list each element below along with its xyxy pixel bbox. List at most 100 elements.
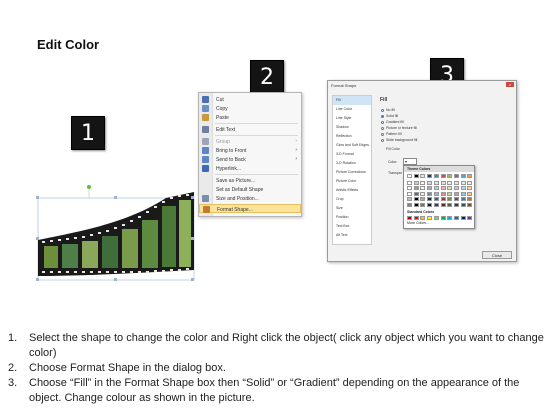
color-swatch[interactable] xyxy=(447,197,453,202)
standard-color-swatch[interactable] xyxy=(440,216,446,220)
nav-item-line-color[interactable]: Line Color xyxy=(333,105,371,114)
color-swatch[interactable] xyxy=(440,203,446,207)
color-swatch[interactable] xyxy=(460,180,466,185)
nav-item-picture-corrections[interactable]: Picture Corrections xyxy=(333,168,371,177)
close-icon[interactable]: × xyxy=(506,82,514,87)
color-swatch[interactable] xyxy=(427,203,433,207)
standard-color-swatch[interactable] xyxy=(460,216,466,220)
standard-color-swatch[interactable] xyxy=(433,216,439,220)
menu-item-send-to-back[interactable]: Send to Back › xyxy=(199,155,301,164)
color-swatch[interactable] xyxy=(427,197,433,202)
color-swatch[interactable] xyxy=(433,174,439,178)
color-swatch[interactable] xyxy=(413,191,419,196)
film-strip-shape[interactable] xyxy=(36,184,196,284)
color-swatch[interactable] xyxy=(453,174,459,178)
color-swatch[interactable] xyxy=(433,180,439,185)
standard-color-swatch[interactable] xyxy=(453,216,459,220)
color-swatch[interactable] xyxy=(447,174,453,178)
color-swatch[interactable] xyxy=(460,197,466,202)
menu-item-paste[interactable]: Paste xyxy=(199,113,301,122)
standard-color-swatch[interactable] xyxy=(467,216,473,220)
nav-item-alt-text[interactable]: Alt Text xyxy=(333,231,371,240)
menu-item-bring-to-front[interactable]: Bring to Front › xyxy=(199,146,301,155)
nav-item-text-box[interactable]: Text Box xyxy=(333,222,371,231)
color-swatch[interactable] xyxy=(407,186,412,191)
nav-item-size[interactable]: Size xyxy=(333,204,371,213)
menu-item-group[interactable]: Group › xyxy=(199,137,301,146)
menu-item-set-default-shape[interactable]: Set as Default Shape xyxy=(199,185,301,194)
color-dropdown-button[interactable]: ▾ xyxy=(403,158,417,165)
color-swatch[interactable] xyxy=(420,180,426,185)
nav-item-shadow[interactable]: Shadow xyxy=(333,123,371,132)
color-swatch[interactable] xyxy=(433,191,439,196)
menu-item-format-shape[interactable]: Format Shape... xyxy=(199,204,301,213)
color-swatch[interactable] xyxy=(413,197,419,202)
color-swatch[interactable] xyxy=(460,186,466,191)
standard-color-swatch[interactable] xyxy=(413,216,419,220)
color-swatch[interactable] xyxy=(467,197,473,202)
color-swatch[interactable] xyxy=(440,180,446,185)
color-swatch[interactable] xyxy=(460,203,466,207)
color-swatch[interactable] xyxy=(467,174,473,178)
color-swatch[interactable] xyxy=(467,180,473,185)
menu-item-edit-text[interactable]: Edit Text xyxy=(199,125,301,134)
menu-item-cut[interactable]: Cut xyxy=(199,95,301,104)
color-swatch[interactable] xyxy=(447,203,453,207)
radio-slide-bg-fill[interactable]: Slide background fill xyxy=(381,138,417,144)
menu-item-save-as-picture[interactable]: Save as Picture... xyxy=(199,176,301,185)
color-swatch[interactable] xyxy=(407,180,412,185)
color-swatch[interactable] xyxy=(440,197,446,202)
color-swatch[interactable] xyxy=(407,174,412,178)
color-swatch[interactable] xyxy=(420,197,426,202)
standard-color-swatch[interactable] xyxy=(420,216,426,220)
standard-color-swatch[interactable] xyxy=(407,216,412,220)
nav-item-3d-rotation[interactable]: 3-D Rotation xyxy=(333,159,371,168)
standard-color-swatch[interactable] xyxy=(427,216,433,220)
color-swatch[interactable] xyxy=(440,174,446,178)
color-swatch[interactable] xyxy=(413,186,419,191)
color-swatch[interactable] xyxy=(427,174,433,178)
nav-item-reflection[interactable]: Reflection xyxy=(333,132,371,141)
color-swatch[interactable] xyxy=(467,186,473,191)
color-swatch[interactable] xyxy=(467,203,473,207)
color-swatch[interactable] xyxy=(427,180,433,185)
color-swatch[interactable] xyxy=(447,180,453,185)
color-swatch[interactable] xyxy=(440,191,446,196)
menu-item-size-and-position[interactable]: Size and Position... xyxy=(199,194,301,203)
color-swatch[interactable] xyxy=(420,186,426,191)
color-swatch[interactable] xyxy=(460,174,466,178)
color-swatch[interactable] xyxy=(440,186,446,191)
nav-item-artistic-effects[interactable]: Artistic Effects xyxy=(333,186,371,195)
nav-item-3d-format[interactable]: 3-D Format xyxy=(333,150,371,159)
more-colors-link[interactable]: More Colors... xyxy=(407,221,429,225)
menu-item-hyperlink[interactable]: Hyperlink... xyxy=(199,164,301,173)
nav-item-line-style[interactable]: Line Style xyxy=(333,114,371,123)
color-swatch[interactable] xyxy=(453,180,459,185)
color-swatch[interactable] xyxy=(427,186,433,191)
color-swatch[interactable] xyxy=(447,186,453,191)
color-swatch[interactable] xyxy=(427,191,433,196)
color-swatch[interactable] xyxy=(407,203,412,207)
color-swatch[interactable] xyxy=(420,203,426,207)
nav-item-glow[interactable]: Glow and Soft Edges xyxy=(333,141,371,150)
nav-item-position[interactable]: Position xyxy=(333,213,371,222)
color-swatch[interactable] xyxy=(433,197,439,202)
color-swatch[interactable] xyxy=(420,174,426,178)
color-swatch[interactable] xyxy=(413,174,419,178)
standard-color-swatch[interactable] xyxy=(447,216,453,220)
color-swatch[interactable] xyxy=(420,191,426,196)
color-swatch[interactable] xyxy=(407,197,412,202)
color-swatch[interactable] xyxy=(407,191,412,196)
color-swatch[interactable] xyxy=(460,191,466,196)
color-swatch[interactable] xyxy=(413,203,419,207)
nav-item-crop[interactable]: Crop xyxy=(333,195,371,204)
color-swatch[interactable] xyxy=(453,191,459,196)
color-swatch[interactable] xyxy=(453,186,459,191)
color-swatch[interactable] xyxy=(433,186,439,191)
color-swatch[interactable] xyxy=(467,191,473,196)
close-button[interactable]: Close xyxy=(482,251,512,259)
nav-item-fill[interactable]: Fill xyxy=(333,96,371,105)
menu-item-copy[interactable]: Copy xyxy=(199,104,301,113)
color-swatch[interactable] xyxy=(447,191,453,196)
color-swatch[interactable] xyxy=(453,203,459,207)
